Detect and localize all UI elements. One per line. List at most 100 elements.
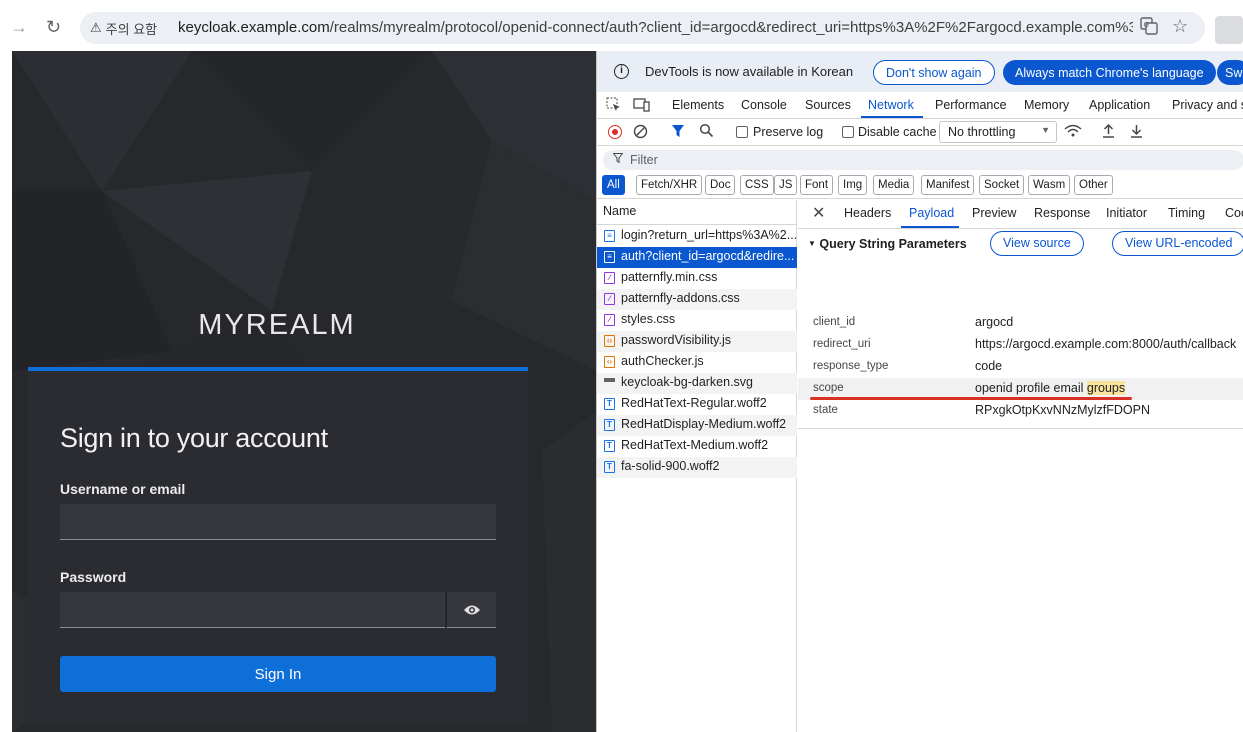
- param-value: argocd: [975, 315, 1014, 329]
- close-icon[interactable]: ✕: [812, 203, 825, 223]
- detail-tabs: ✕ Headers Payload Preview Response Initi…: [798, 200, 1243, 229]
- query-string-section-header[interactable]: ▼ Query String Parameters: [808, 237, 967, 251]
- login-title: Sign in to your account: [60, 423, 328, 453]
- url-host: keycloak.example.com: [178, 19, 330, 36]
- view-url-encoded-button[interactable]: View URL-encoded: [1112, 231, 1243, 256]
- tab-preview[interactable]: Preview: [972, 206, 1016, 220]
- disable-cache-checkbox[interactable]: [842, 126, 854, 138]
- always-match-language-button[interactable]: Always match Chrome's language: [1003, 60, 1216, 85]
- param-value: https://argocd.example.com:8000/auth/cal…: [975, 337, 1237, 351]
- devtools-tabs: Elements Console Sources Network Perform…: [597, 92, 1243, 119]
- throttling-value: No throttling: [948, 125, 1016, 139]
- tab-elements[interactable]: Elements: [672, 98, 724, 112]
- request-row[interactable]: ≡ auth?client_id=argocd&redire...: [597, 247, 797, 268]
- record-stop-icon[interactable]: [608, 125, 622, 139]
- request-row[interactable]: T RedHatText-Medium.woff2: [597, 436, 797, 457]
- request-row[interactable]: ≡ login?return_url=https%3A%2...: [597, 226, 797, 247]
- name-column-header[interactable]: Name: [597, 200, 797, 225]
- dont-show-again-button[interactable]: Don't show again: [873, 60, 995, 85]
- type-filter-media[interactable]: Media: [873, 175, 915, 195]
- request-row[interactable]: ∕ patternfly-addons.css: [597, 289, 797, 310]
- request-row[interactable]: ∕ patternfly.min.css: [597, 268, 797, 289]
- preserve-log-checkbox[interactable]: [736, 126, 748, 138]
- login-page: MYREALM Sign in to your account Username…: [12, 51, 597, 732]
- search-icon[interactable]: [699, 123, 714, 141]
- request-row[interactable]: ‹› authChecker.js: [597, 352, 797, 373]
- filter-row: Filter: [597, 146, 1243, 175]
- param-key: client_id: [813, 316, 856, 328]
- type-filter-manifest[interactable]: Manifest: [921, 175, 975, 195]
- tab-memory[interactable]: Memory: [1024, 98, 1069, 112]
- url-text[interactable]: keycloak.example.com/realms/myrealm/prot…: [178, 19, 1133, 36]
- param-row: client_id argocd: [798, 312, 1243, 334]
- network-conditions-icon[interactable]: [1064, 124, 1082, 141]
- tab-payload[interactable]: Payload: [909, 206, 954, 220]
- request-row[interactable]: ∕ styles.css: [597, 310, 797, 331]
- svg-text:G: G: [1144, 21, 1149, 29]
- tab-network[interactable]: Network: [868, 98, 914, 112]
- tab-console[interactable]: Console: [741, 98, 787, 112]
- tab-sources[interactable]: Sources: [805, 98, 851, 112]
- username-input[interactable]: [60, 504, 496, 540]
- export-har-icon[interactable]: [1130, 123, 1143, 141]
- password-input[interactable]: [60, 592, 445, 628]
- tab-response[interactable]: Response: [1034, 206, 1090, 220]
- type-filter-fetch-xhr[interactable]: Fetch/XHR: [636, 175, 703, 195]
- tab-privacy[interactable]: Privacy and s: [1172, 98, 1243, 112]
- import-har-icon[interactable]: [1102, 123, 1115, 141]
- request-list: Name ≡ login?return_url=https%3A%2... ≡ au…: [597, 200, 797, 732]
- param-row: redirect_uri https://argocd.example.com:…: [798, 334, 1243, 356]
- param-key: scope: [813, 382, 844, 394]
- request-name: RedHatText-Regular.woff2: [621, 396, 767, 410]
- address-bar[interactable]: ⚠ 주의 요함 keycloak.example.com/realms/myre…: [80, 12, 1205, 44]
- security-chip[interactable]: ⚠ 주의 요함: [90, 18, 157, 38]
- inspect-element-icon[interactable]: [606, 97, 621, 115]
- tab-application[interactable]: Application: [1089, 98, 1150, 112]
- login-card: Sign in to your account Username or emai…: [28, 367, 528, 724]
- devtools-panel: i DevTools is now available in Korean Do…: [596, 51, 1243, 732]
- bookmark-star-icon[interactable]: ☆: [1172, 16, 1188, 37]
- request-name: RedHatDisplay-Medium.woff2: [621, 417, 787, 431]
- type-filter-font[interactable]: Font: [800, 175, 834, 195]
- type-filter-other[interactable]: Other: [1074, 175, 1113, 195]
- filter-funnel-icon[interactable]: [671, 124, 685, 141]
- info-icon: i: [614, 64, 629, 79]
- tab-cookies[interactable]: Coo: [1225, 206, 1243, 220]
- type-filter-img[interactable]: Img: [838, 175, 868, 195]
- expand-triangle-icon: ▼: [808, 239, 816, 248]
- clear-icon[interactable]: [633, 124, 648, 142]
- profile-button[interactable]: [1215, 16, 1243, 44]
- type-filter-css[interactable]: CSS: [740, 175, 774, 195]
- type-filter-socket[interactable]: Socket: [979, 175, 1025, 195]
- type-filter-all[interactable]: All: [602, 175, 625, 195]
- tab-timing[interactable]: Timing: [1168, 206, 1205, 220]
- tab-performance[interactable]: Performance: [935, 98, 1007, 112]
- filter-input[interactable]: Filter: [603, 150, 1243, 170]
- show-password-button[interactable]: [446, 592, 496, 628]
- translate-icon[interactable]: G: [1140, 17, 1158, 40]
- param-key: redirect_uri: [813, 338, 871, 350]
- type-filter-js[interactable]: JS: [774, 175, 798, 195]
- type-filter-doc[interactable]: Doc: [705, 175, 736, 195]
- device-toolbar-icon[interactable]: [633, 97, 650, 115]
- eye-icon: [463, 605, 480, 614]
- request-row[interactable]: Tfa-solid-900.woff2: [597, 457, 797, 478]
- request-row[interactable]: T RedHatDisplay-Medium.woff2: [597, 415, 797, 436]
- request-detail: ✕ Headers Payload Preview Response Initi…: [798, 200, 1243, 732]
- notice-message: DevTools is now available in Korean: [645, 64, 854, 79]
- request-row[interactable]: keycloak-bg-darken.svg: [597, 373, 797, 394]
- view-source-button[interactable]: View source: [990, 231, 1084, 256]
- forward-icon[interactable]: →: [10, 16, 28, 38]
- tab-initiator[interactable]: Initiator: [1106, 206, 1147, 220]
- request-row[interactable]: T RedHatText-Regular.woff2: [597, 394, 797, 415]
- reload-icon[interactable]: ↻: [46, 16, 61, 38]
- sign-in-button[interactable]: Sign In: [60, 656, 496, 692]
- type-filter-wasm[interactable]: Wasm: [1028, 175, 1071, 195]
- stylesheet-icon: ∕: [604, 272, 615, 284]
- tab-headers[interactable]: Headers: [844, 206, 891, 220]
- url-path: /realms/myrealm/protocol/openid-connect/…: [329, 19, 1133, 36]
- throttling-select[interactable]: No throttling ▼: [939, 121, 1057, 143]
- request-row[interactable]: ‹› passwordVisibility.js: [597, 331, 797, 352]
- security-label: 주의 요함: [105, 21, 158, 37]
- switch-language-button[interactable]: Sw: [1217, 60, 1243, 85]
